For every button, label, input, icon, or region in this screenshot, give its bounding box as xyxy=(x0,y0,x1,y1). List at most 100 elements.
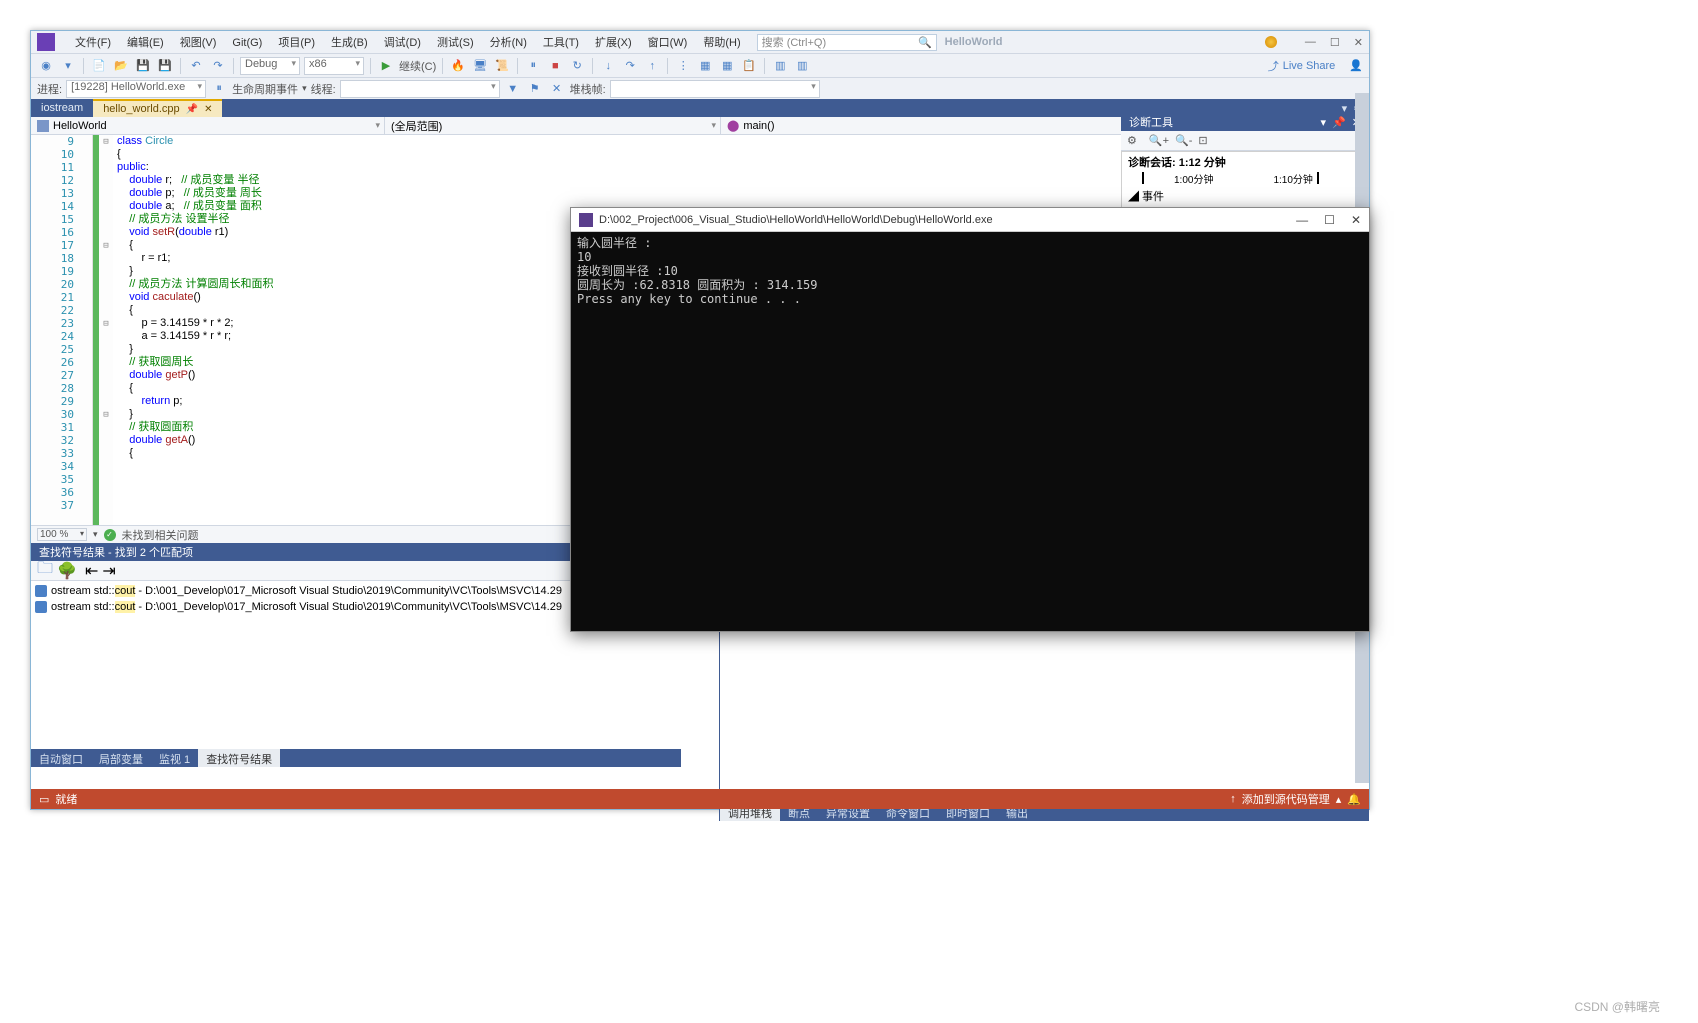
diag-session: 诊断会话: 1:12 分钟 xyxy=(1128,154,1362,170)
close-button[interactable]: ✕ xyxy=(1354,36,1363,49)
search-icon: 🔍 xyxy=(918,36,932,49)
diag-zoomin-icon[interactable]: 🔍+ xyxy=(1149,134,1169,147)
restart-icon[interactable]: ↻ xyxy=(568,57,586,75)
stop-icon[interactable]: ■ xyxy=(546,57,564,75)
watermark: CSDN @韩曙亮 xyxy=(1574,998,1660,1015)
menu-item[interactable]: 编辑(E) xyxy=(119,37,172,49)
nav-scope[interactable]: (全局范围) xyxy=(385,117,721,134)
nav-project[interactable]: HelloWorld xyxy=(31,117,385,134)
continue-icon[interactable]: ▶ xyxy=(377,57,395,75)
find-clear-icon[interactable]: 🗀 xyxy=(37,557,53,584)
redo-icon[interactable]: ↷ xyxy=(209,57,227,75)
tool-icon-3[interactable]: ▦ xyxy=(718,57,736,75)
issues-label: 未找到相关问题 xyxy=(122,527,199,543)
console-title: D:\002_Project\006_Visual_Studio\HelloWo… xyxy=(599,214,993,226)
diag-reset-icon[interactable]: ⊡ xyxy=(1198,134,1207,147)
lifecycle-icon[interactable]: ⏸ xyxy=(210,80,228,98)
menu-item[interactable]: 文件(F) xyxy=(67,37,119,49)
find-collapse-icon[interactable]: ⇥ xyxy=(102,561,115,581)
feedback-icon[interactable] xyxy=(1265,36,1277,48)
maximize-button[interactable]: ☐ xyxy=(1330,36,1340,49)
zoom-combo[interactable]: 100 % xyxy=(37,528,87,541)
tab-iostream[interactable]: iostream xyxy=(31,99,93,117)
account-icon[interactable]: 👤 xyxy=(1349,59,1363,72)
symbol-icon xyxy=(35,585,47,597)
tool-icon-6[interactable]: ▥ xyxy=(793,57,811,75)
status-ready: 就绪 xyxy=(55,791,77,807)
symbol-icon xyxy=(35,601,47,613)
solution-name: HelloWorld xyxy=(945,36,1003,48)
status-bell-icon[interactable]: 🔔 xyxy=(1347,793,1361,806)
diag-toolbar: ⚙ 🔍+ 🔍- ⊡ xyxy=(1121,131,1369,151)
menu-item[interactable]: 分析(N) xyxy=(482,37,535,49)
tool-icon-4[interactable]: 📋 xyxy=(740,57,758,75)
open-icon[interactable]: 📂 xyxy=(112,57,130,75)
bottom-tab[interactable]: 局部变量 xyxy=(91,749,151,767)
find-tree-icon[interactable]: 🌳 xyxy=(57,561,77,581)
console-minimize-button[interactable]: — xyxy=(1296,213,1308,227)
menu-item[interactable]: 扩展(X) xyxy=(587,37,640,49)
thread-x-icon[interactable]: ✕ xyxy=(548,80,566,98)
tool-icon-1[interactable]: ⋮ xyxy=(674,57,692,75)
search-input[interactable]: 搜索 (Ctrl+Q) 🔍 xyxy=(757,34,937,51)
menu-item[interactable]: 调试(D) xyxy=(376,37,429,49)
continue-label[interactable]: 继续(C) xyxy=(399,58,436,74)
minimize-button[interactable]: — xyxy=(1305,36,1316,49)
thread-label: 线程: xyxy=(311,81,336,97)
step-out-icon[interactable]: ↑ xyxy=(643,57,661,75)
live-share-button[interactable]: ⤴ Live Share 👤 xyxy=(1268,58,1363,74)
tab-hello-world[interactable]: hello_world.cpp 📌 ✕ xyxy=(93,99,222,117)
lifecycle-label: 生命周期事件 xyxy=(232,81,298,97)
hot-reload-icon[interactable]: 🔥 xyxy=(449,57,467,75)
save-icon[interactable]: 💾 xyxy=(134,57,152,75)
step-into-icon[interactable]: ↓ xyxy=(599,57,617,75)
diag-pin-icon[interactable]: 📌 xyxy=(1332,116,1346,129)
menu-item[interactable]: 生成(B) xyxy=(323,37,376,49)
bottom-tab[interactable]: 查找符号结果 xyxy=(198,749,280,767)
script-icon[interactable]: 📜 xyxy=(493,57,511,75)
menu-item[interactable]: Git(G) xyxy=(224,37,270,49)
thread-filter-icon[interactable]: ▼ xyxy=(504,80,522,98)
new-file-icon[interactable]: 📄 xyxy=(90,57,108,75)
console-close-button[interactable]: ✕ xyxy=(1351,213,1361,227)
nav-back-icon[interactable]: ◉ xyxy=(37,57,55,75)
console-output[interactable]: 输入圆半径 : 10 接收到圆半径 :10 圆周长为 :62.8318 圆面积为… xyxy=(571,232,1369,631)
platform-combo[interactable]: x86 xyxy=(304,57,364,75)
save-all-icon[interactable]: 💾 xyxy=(156,57,174,75)
tab-close-icon[interactable]: ✕ xyxy=(204,104,212,115)
menu-item[interactable]: 测试(S) xyxy=(429,37,482,49)
no-issues-icon: ✓ xyxy=(104,529,116,541)
thread-flag-icon[interactable]: ⚑ xyxy=(526,80,544,98)
status-src-arrow-icon: ↑ xyxy=(1230,793,1236,805)
process-combo[interactable]: [19228] HelloWorld.exe xyxy=(66,80,206,98)
diag-events[interactable]: ◢ 事件 xyxy=(1128,188,1362,204)
pause-icon[interactable]: ⏸ xyxy=(524,57,542,75)
browser-icon[interactable]: 🖥 xyxy=(471,57,489,75)
menu-item[interactable]: 帮助(H) xyxy=(695,37,748,49)
tool-icon-5[interactable]: ▥ xyxy=(771,57,789,75)
tool-icon-2[interactable]: ▦ xyxy=(696,57,714,75)
menu-item[interactable]: 视图(V) xyxy=(172,37,225,49)
stack-combo[interactable] xyxy=(610,80,820,98)
step-over-icon[interactable]: ↷ xyxy=(621,57,639,75)
thread-combo[interactable] xyxy=(340,80,500,98)
undo-icon[interactable]: ↶ xyxy=(187,57,205,75)
status-animation-icon: ▭ xyxy=(39,793,49,806)
project-icon xyxy=(37,120,49,132)
menu-item[interactable]: 工具(T) xyxy=(535,37,587,49)
menu-item[interactable]: 项目(P) xyxy=(270,37,323,49)
find-expand-icon[interactable]: ⇤ xyxy=(85,561,98,581)
stack-label: 堆栈帧: xyxy=(570,81,606,97)
diag-dropdown-icon[interactable]: ▾ xyxy=(1321,116,1327,129)
diag-zoomout-icon[interactable]: 🔍- xyxy=(1175,134,1192,147)
nav-fwd-icon[interactable]: ▾ xyxy=(59,57,77,75)
menu-item[interactable]: 窗口(W) xyxy=(640,37,696,49)
tab-pin-icon[interactable]: 📌 xyxy=(186,104,198,115)
bottom-tab[interactable]: 监视 1 xyxy=(151,749,198,767)
menu-bar: 文件(F)编辑(E)视图(V)Git(G)项目(P)生成(B)调试(D)测试(S… xyxy=(31,31,1369,53)
diag-settings-icon[interactable]: ⚙ xyxy=(1127,134,1137,147)
config-combo[interactable]: Debug xyxy=(240,57,300,75)
console-maximize-button[interactable]: ☐ xyxy=(1324,213,1335,227)
bottom-tab[interactable]: 自动窗口 xyxy=(31,749,91,767)
status-src-label[interactable]: 添加到源代码管理 xyxy=(1242,791,1330,807)
